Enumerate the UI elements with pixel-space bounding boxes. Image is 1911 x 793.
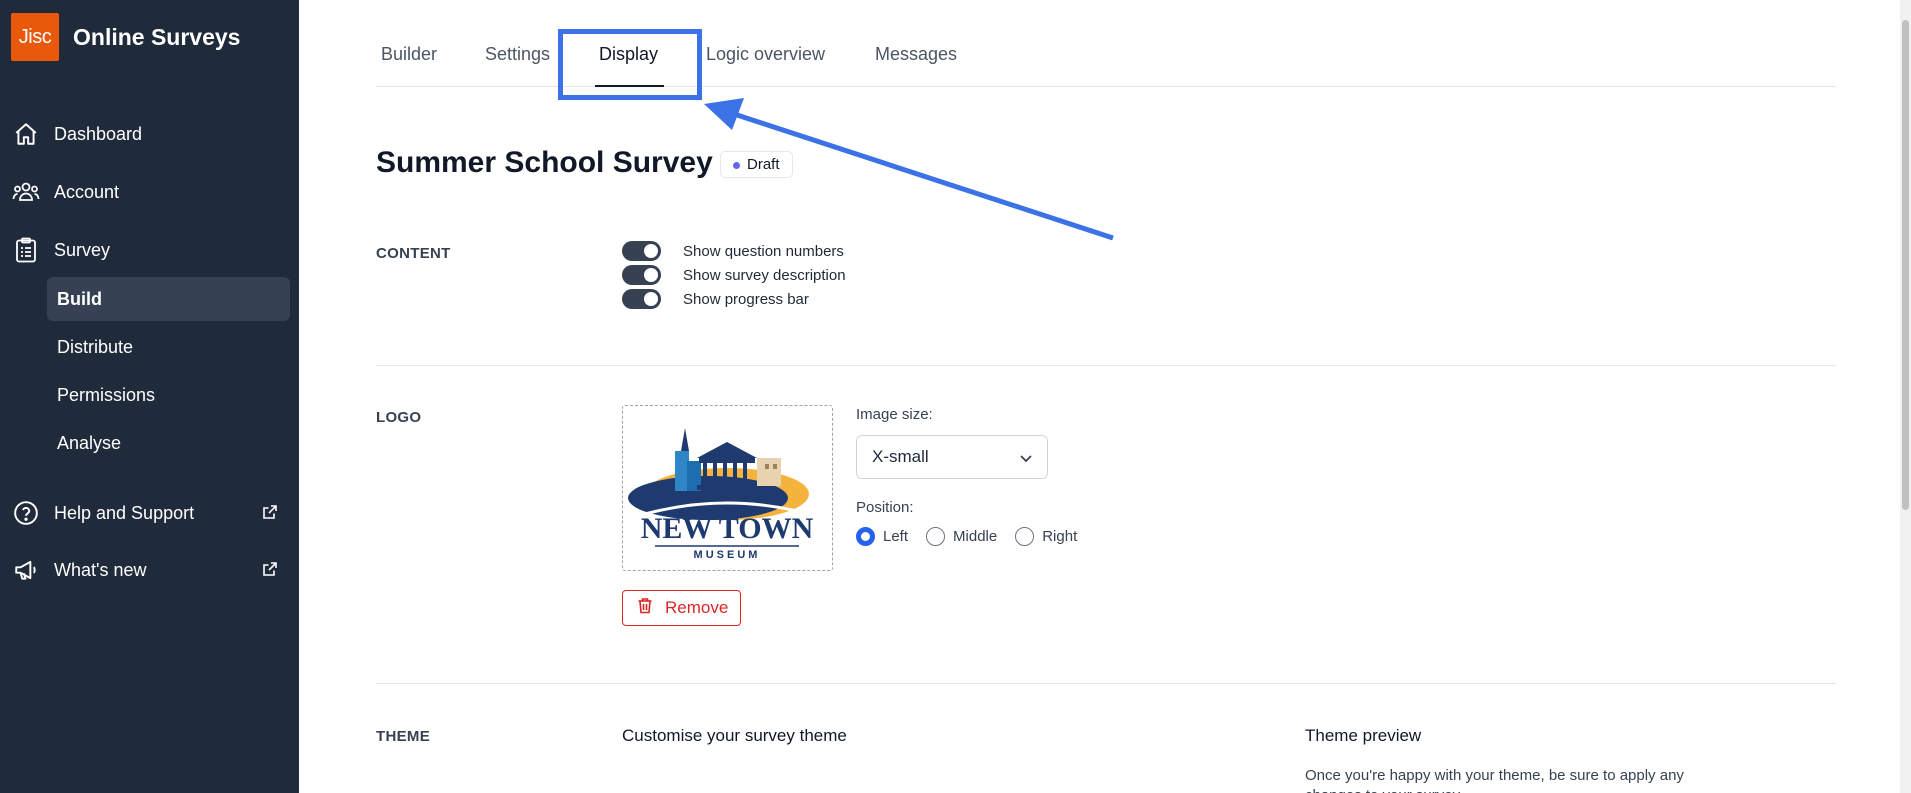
content-section-label: CONTENT xyxy=(376,245,451,262)
toggle-label: Show progress bar xyxy=(683,290,809,308)
scrollbar-thumb[interactable] xyxy=(1902,20,1909,510)
remove-logo-button[interactable]: Remove xyxy=(622,590,741,626)
image-size-label: Image size: xyxy=(856,406,933,423)
toggle-row-survey-description[interactable]: Show survey description xyxy=(622,265,846,285)
tab-builder[interactable]: Builder xyxy=(381,44,437,65)
main-content: Builder Settings Display Logic overview … xyxy=(376,0,1836,793)
jisc-logo: Jisc xyxy=(11,13,59,61)
theme-preview-text: Once you're happy with your theme, be su… xyxy=(1305,767,1684,793)
sidebar-subitem-analyse[interactable]: Analyse xyxy=(47,421,290,465)
customise-theme-heading: Customise your survey theme xyxy=(622,726,847,745)
tab-logic-overview[interactable]: Logic overview xyxy=(706,44,825,65)
users-icon xyxy=(12,178,40,206)
sidebar-item-label: What's new xyxy=(54,559,147,580)
status-badge-label: Draft xyxy=(747,156,780,173)
external-link-icon xyxy=(262,561,280,579)
position-label: Position: xyxy=(856,499,914,516)
theme-section-label: THEME xyxy=(376,728,430,745)
sidebar: Jisc Online Surveys Dashboard Account Su… xyxy=(0,0,299,793)
page-title: Summer School Survey xyxy=(376,146,713,179)
megaphone-icon xyxy=(12,556,40,584)
sidebar-subitem-label: Distribute xyxy=(57,336,134,357)
sidebar-item-label: Help and Support xyxy=(54,502,195,523)
toggle-label: Show survey description xyxy=(683,266,846,284)
question-numbers-toggle[interactable] xyxy=(622,241,661,261)
clipboard-icon xyxy=(12,236,40,264)
radio-unselected[interactable] xyxy=(926,527,946,546)
sidebar-subitem-permissions[interactable]: Permissions xyxy=(47,373,290,417)
toggle-row-question-numbers[interactable]: Show question numbers xyxy=(622,241,844,261)
sidebar-subitem-label: Build xyxy=(57,288,102,309)
annotation-highlight-box xyxy=(558,29,702,100)
sidebar-item-whats-new[interactable]: What's new xyxy=(12,556,277,584)
toggle-row-progress-bar[interactable]: Show progress bar xyxy=(622,289,809,309)
sidebar-subitem-distribute[interactable]: Distribute xyxy=(47,325,290,369)
vertical-scrollbar[interactable] xyxy=(1900,0,1911,793)
section-divider xyxy=(376,365,1836,366)
position-radio-group: Left Middle Right xyxy=(856,527,1095,546)
sidebar-item-dashboard[interactable]: Dashboard xyxy=(12,120,142,148)
sidebar-subitem-build[interactable]: Build xyxy=(47,277,290,321)
logo-text-line1: NEW TOWN xyxy=(641,512,814,545)
radio-label: Middle xyxy=(953,528,998,545)
theme-preview-heading: Theme preview xyxy=(1305,726,1422,745)
external-link-icon xyxy=(262,504,280,522)
app-name: Online Surveys xyxy=(73,23,241,50)
help-circle-icon xyxy=(12,499,40,527)
brand[interactable]: Jisc Online Surveys xyxy=(11,13,240,61)
toggle-label: Show question numbers xyxy=(683,242,844,260)
trash-icon xyxy=(637,597,653,619)
sidebar-item-label: Dashboard xyxy=(54,123,143,144)
sidebar-item-label: Account xyxy=(54,181,120,202)
radio-selected[interactable] xyxy=(856,527,875,546)
position-right-radio[interactable]: Right xyxy=(1015,527,1077,546)
sidebar-subitem-label: Analyse xyxy=(57,432,122,453)
remove-button-label: Remove xyxy=(665,598,729,617)
logo-section-label: LOGO xyxy=(376,409,422,426)
survey-description-toggle[interactable] xyxy=(622,265,661,285)
status-badge: Draft xyxy=(720,151,793,178)
radio-unselected[interactable] xyxy=(1015,527,1035,546)
status-dot-icon xyxy=(733,162,740,169)
section-divider xyxy=(376,683,1836,684)
chevron-down-icon xyxy=(1019,450,1033,470)
tab-messages[interactable]: Messages xyxy=(875,44,957,65)
radio-label: Left xyxy=(883,528,909,545)
position-middle-radio[interactable]: Middle xyxy=(926,527,997,546)
logo-preview: NEW TOWN MUSEUM xyxy=(622,405,833,571)
image-size-select[interactable]: X-small xyxy=(856,435,1048,479)
sidebar-item-survey[interactable]: Survey xyxy=(12,236,110,264)
museum-logo-image: NEW TOWN MUSEUM xyxy=(628,428,814,561)
tab-settings[interactable]: Settings xyxy=(485,44,550,65)
sidebar-item-label: Survey xyxy=(54,239,111,260)
sidebar-item-account[interactable]: Account xyxy=(12,178,119,206)
position-left-radio[interactable]: Left xyxy=(856,527,908,546)
radio-label: Right xyxy=(1042,528,1078,545)
logo-text-line2: MUSEUM xyxy=(694,549,761,561)
sidebar-item-help-and-support[interactable]: Help and Support xyxy=(12,499,277,527)
home-icon xyxy=(12,120,40,148)
sidebar-subitem-label: Permissions xyxy=(57,384,156,405)
image-size-value: X-small xyxy=(872,447,929,466)
progress-bar-toggle[interactable] xyxy=(622,289,661,309)
